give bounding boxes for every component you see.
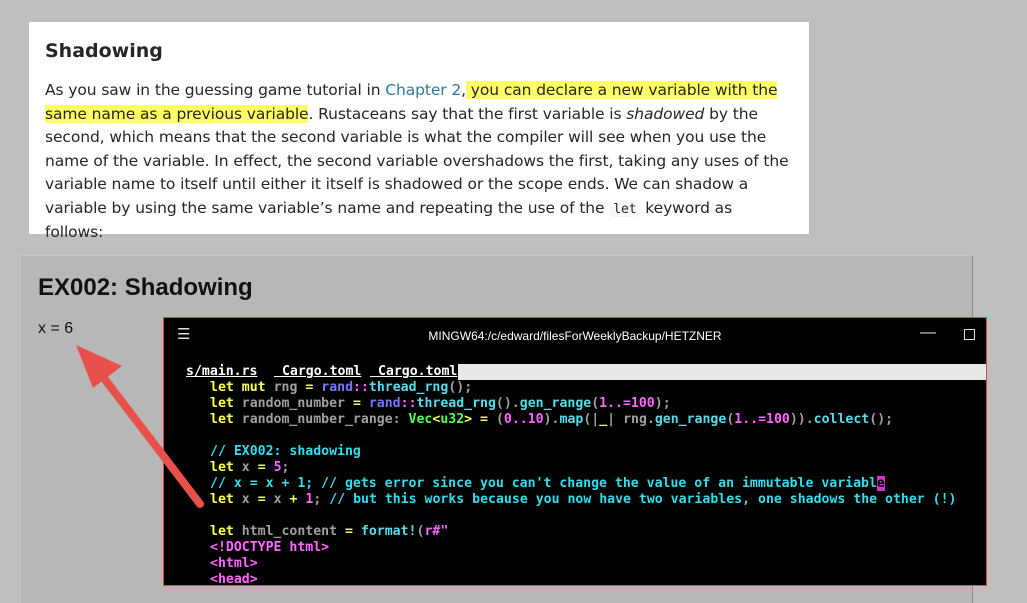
code-token: random_number_range: (241, 412, 401, 427)
inline-code-let: let (609, 201, 641, 217)
code-token: html_content (241, 524, 338, 539)
code-token: Vec (408, 412, 433, 427)
chapter-link[interactable]: Chapter 2 (385, 81, 461, 99)
text-cursor: e (876, 476, 885, 491)
code-token: // x = x + 1; // gets error since you ca… (210, 476, 877, 491)
code-token: format! (360, 524, 417, 539)
terminal-window[interactable]: ☰ MINGW64:/c/edward/filesForWeeklyBackup… (163, 317, 987, 586)
code-token: let (210, 412, 234, 427)
code-token: 1..=100 (599, 396, 655, 411)
code-token: gen_range (519, 396, 592, 411)
book-excerpt: Shadowing As you saw in the guessing gam… (29, 22, 809, 241)
tab-cargo-toml-2[interactable]: Cargo.toml (370, 364, 457, 380)
code-token: r#" (424, 524, 449, 539)
code-token: ; (281, 460, 290, 475)
code-token: rng. (623, 412, 655, 427)
para-text: . Rustaceans say that the first variable… (308, 104, 627, 123)
code-token: let (210, 460, 234, 475)
code-token: u32 (440, 412, 465, 427)
terminal-title: MINGW64:/c/edward/filesForWeeklyBackup/H… (428, 329, 722, 343)
code-token: (| (583, 412, 600, 427)
code-token: + (289, 492, 298, 507)
code-token: rand (321, 380, 354, 395)
code-token: ; (313, 492, 322, 507)
code-token: (); (869, 412, 894, 427)
code-token: = (480, 412, 488, 427)
code-token: gen_range (654, 412, 727, 427)
code-token: rand (368, 396, 401, 411)
tabstrip-fill (458, 364, 986, 380)
code-token: mut (241, 380, 266, 395)
code-token: = (305, 380, 314, 395)
code-token: <head> (210, 572, 258, 585)
emphasis-shadowed: shadowed (626, 104, 705, 123)
code-token: > (464, 412, 473, 427)
tab-cargo-toml[interactable]: Cargo.toml (274, 364, 361, 380)
code-token: = (257, 460, 266, 475)
code-token: (). (495, 396, 520, 411)
minimize-icon[interactable]: — (920, 324, 936, 342)
output-value: x = 6 (38, 320, 74, 337)
code-token: ( (591, 396, 600, 411)
code-token: let (210, 396, 234, 411)
code-token: )). (789, 412, 814, 427)
code-token: <html> (210, 556, 258, 571)
code-token: 1..=100 (734, 412, 790, 427)
code-token: thread_rng (368, 380, 449, 395)
code-token: // EX002: shadowing (210, 444, 361, 459)
code-token: x (241, 460, 250, 475)
code-token: // but this works because you now have t… (329, 492, 957, 507)
code-token: :: (353, 380, 369, 395)
code-token: = (257, 492, 266, 507)
output-title: EX002: Shadowing (38, 274, 253, 301)
code-token: _ (599, 412, 608, 427)
code-token: let (210, 524, 234, 539)
code-token: let (210, 380, 234, 395)
code-token: ( (495, 412, 504, 427)
terminal-editor[interactable]: s/main.rs Cargo.toml Cargo.toml let mut … (164, 352, 986, 585)
maximize-icon[interactable] (964, 329, 975, 340)
code-token: | (607, 412, 616, 427)
code-token: ). (543, 412, 560, 427)
section-heading: Shadowing (45, 40, 163, 62)
code-token: ); (654, 396, 671, 411)
terminal-titlebar[interactable]: ☰ MINGW64:/c/edward/filesForWeeklyBackup… (164, 318, 986, 352)
tab-main-rs[interactable]: s/main.rs (186, 364, 257, 380)
code-token: map (559, 412, 584, 427)
code-token: (); (448, 380, 473, 395)
para-text: As you saw in the guessing game tutorial… (45, 81, 386, 99)
code-token: x (241, 492, 250, 507)
code-buffer: let mut rng = rand::thread_rng(); let ra… (210, 380, 957, 585)
code-token: collect (813, 412, 870, 427)
code-token: = (345, 524, 353, 539)
editor-tabs: s/main.rs Cargo.toml Cargo.toml (164, 364, 986, 380)
code-token: let (210, 492, 234, 507)
section-paragraph: As you saw in the guessing game tutorial… (45, 79, 793, 245)
code-token: rng (273, 380, 298, 395)
code-token: 5 (273, 460, 282, 475)
code-token: random_number (241, 396, 345, 411)
code-token: 0..10 (503, 412, 544, 427)
code-token: = (352, 396, 361, 411)
code-token: :: (400, 396, 417, 411)
code-token: thread_rng (416, 396, 496, 411)
code-token: <!DOCTYPE html> (210, 540, 330, 555)
code-token: x (273, 492, 282, 507)
